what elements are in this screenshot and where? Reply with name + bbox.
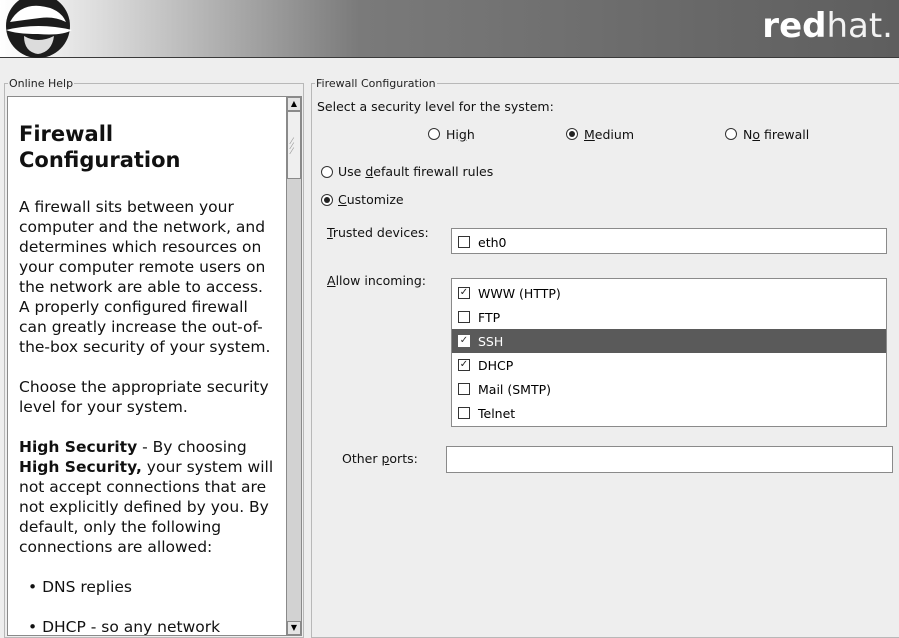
- other-ports-part: orts:: [389, 451, 418, 466]
- header-banner: redhat.: [0, 0, 899, 58]
- incoming-row-smtp[interactable]: Mail (SMTP): [452, 377, 886, 401]
- radio-no-firewall[interactable]: [725, 128, 737, 140]
- label-no-firewall-mnemonic: o: [752, 127, 761, 142]
- label-high-part: h: [466, 127, 475, 142]
- help-scrollbar[interactable]: ▲ ⁄ ⁄ ⁄ ▼: [286, 96, 302, 636]
- other-ports-label: Other ports:: [342, 451, 418, 466]
- scroll-down-arrow-icon[interactable]: ▼: [287, 621, 301, 635]
- incoming-row-telnet[interactable]: Telnet: [452, 401, 886, 425]
- label-customize-part: ustomize: [346, 192, 404, 207]
- redhat-wordmark: redhat.: [762, 6, 893, 46]
- radio-medium[interactable]: [566, 128, 578, 140]
- high-security-mid: - By choosing: [137, 438, 247, 456]
- radio-customize[interactable]: [321, 194, 333, 206]
- checkbox-checked-icon[interactable]: ✓: [458, 359, 470, 371]
- allow-incoming-label: Allow incoming:: [327, 273, 426, 288]
- trusted-label-text: rusted devices:: [332, 225, 429, 240]
- other-ports-part: Other: [342, 451, 382, 466]
- trusted-device-row[interactable]: eth0: [452, 230, 886, 254]
- radio-default-rules[interactable]: [321, 166, 333, 178]
- incoming-row-ssh[interactable]: ✓ SSH: [452, 329, 886, 353]
- brand-light: hat.: [826, 6, 893, 46]
- other-ports-input[interactable]: [446, 446, 893, 473]
- label-high-part: Hi: [446, 127, 459, 142]
- label-customize-mnemonic: C: [338, 192, 347, 207]
- incoming-service-name: Mail (SMTP): [478, 382, 552, 397]
- help-paragraph-2: Choose the appropriate security level fo…: [19, 378, 269, 416]
- help-high-security: High Security - By choosing High Securit…: [19, 437, 276, 557]
- help-paragraph-1: A firewall sits between your computer an…: [19, 198, 271, 356]
- help-text-pane[interactable]: Firewall Configuration A firewall sits b…: [7, 96, 286, 636]
- incoming-service-name: DHCP: [478, 358, 514, 373]
- incoming-service-name: Telnet: [478, 406, 516, 421]
- label-medium-mnemonic: M: [584, 127, 595, 142]
- scroll-thumb[interactable]: ⁄ ⁄ ⁄: [287, 111, 301, 179]
- checkbox-icon[interactable]: [458, 407, 470, 419]
- checkbox-icon[interactable]: [458, 236, 470, 248]
- checkbox-checked-icon[interactable]: ✓: [458, 287, 470, 299]
- high-security-term-2: High Security,: [19, 458, 142, 476]
- label-default-part: Use: [338, 164, 366, 179]
- help-bullet: • DHCP - so any network: [28, 618, 221, 636]
- radio-high[interactable]: [428, 128, 440, 140]
- shadowman-logo-icon: [6, 0, 72, 58]
- label-high[interactable]: High: [446, 127, 475, 142]
- security-level-prompt: Select a security level for the system:: [317, 99, 554, 114]
- scroll-up-arrow-icon[interactable]: ▲: [287, 97, 301, 111]
- incoming-label-text: llow incoming:: [335, 273, 426, 288]
- incoming-row-www[interactable]: ✓ WWW (HTTP): [452, 281, 886, 305]
- incoming-service-name: WWW (HTTP): [478, 286, 561, 301]
- incoming-row-ftp[interactable]: FTP: [452, 305, 886, 329]
- allow-incoming-list[interactable]: ✓ WWW (HTTP) FTP ✓ SSH ✓ DHCP Mail (SMTP…: [451, 278, 887, 427]
- grip-icon: ⁄ ⁄ ⁄: [291, 137, 293, 157]
- help-bullet: • DNS replies: [28, 578, 132, 596]
- label-default-part: efault firewall rules: [373, 164, 494, 179]
- incoming-service-name: SSH: [478, 334, 504, 349]
- incoming-mnemonic: A: [327, 273, 336, 288]
- online-help-legend: Online Help: [8, 77, 75, 90]
- checkbox-icon[interactable]: [458, 311, 470, 323]
- label-customize[interactable]: Customize: [338, 192, 404, 207]
- help-title: Firewall Configuration: [19, 122, 181, 172]
- label-medium-part: edium: [594, 127, 634, 142]
- label-no-firewall-part: firewall: [760, 127, 810, 142]
- firewall-config-legend: Firewall Configuration: [315, 77, 437, 90]
- trusted-devices-list[interactable]: eth0: [451, 228, 887, 254]
- label-no-firewall-part: N: [743, 127, 753, 142]
- label-high-mnemonic: g: [458, 127, 467, 142]
- label-no-firewall[interactable]: No firewall: [743, 127, 809, 142]
- checkbox-checked-icon[interactable]: ✓: [458, 335, 470, 347]
- high-security-term: High Security: [19, 438, 138, 456]
- incoming-service-name: FTP: [478, 310, 501, 325]
- label-medium[interactable]: Medium: [584, 127, 634, 142]
- incoming-row-dhcp[interactable]: ✓ DHCP: [452, 353, 886, 377]
- trusted-devices-label: Trusted devices:: [327, 225, 429, 240]
- brand-bold: red: [762, 6, 827, 46]
- checkbox-icon[interactable]: [458, 383, 470, 395]
- label-default-rules[interactable]: Use default firewall rules: [338, 164, 493, 179]
- trusted-device-name: eth0: [478, 235, 507, 250]
